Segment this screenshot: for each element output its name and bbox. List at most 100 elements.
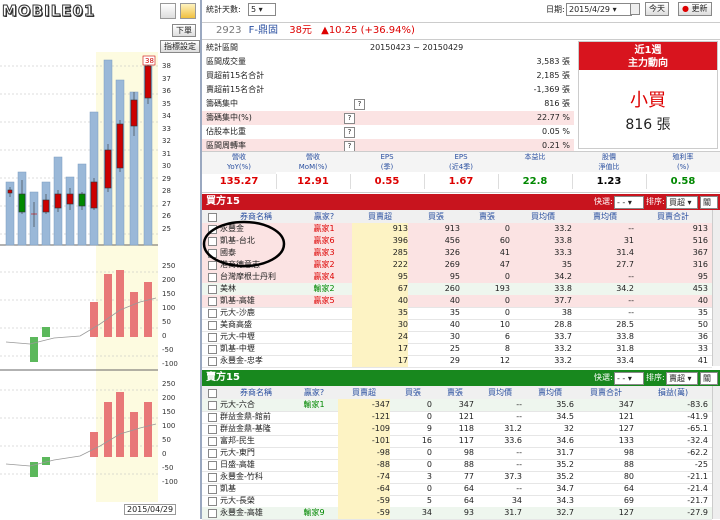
table-cell: -121 xyxy=(338,411,390,423)
table-cell: 37.3 xyxy=(504,472,522,481)
table-cell: 0 xyxy=(504,296,510,305)
sell-sort-select[interactable]: 賣超 ▾ xyxy=(666,372,698,385)
order-button[interactable]: 下單 xyxy=(172,24,196,37)
column-header: 贏家? xyxy=(303,388,325,397)
buy-sort-select[interactable]: 買超 ▾ xyxy=(666,196,698,209)
table-cell: 贏家2 xyxy=(313,260,335,269)
table-cell: 913 xyxy=(444,224,460,233)
stats-row: 統計區間 20150423 ~ 20150429 xyxy=(202,41,574,55)
metric-value: 0.55 xyxy=(350,174,425,189)
row-checkbox[interactable] xyxy=(208,285,217,294)
table-cell: 127 xyxy=(618,508,634,517)
help-icon[interactable]: ? xyxy=(344,113,355,124)
table-cell: 67 xyxy=(352,283,408,295)
chart-tool-icon[interactable] xyxy=(160,3,176,19)
metric-value: 22.8 xyxy=(498,174,573,189)
metric-header: EPS (近4季) xyxy=(424,152,499,172)
table-cell: -- xyxy=(516,448,522,457)
table-cell: 40 xyxy=(352,295,408,307)
table-cell xyxy=(294,471,334,483)
table-cell: 0 xyxy=(504,224,510,233)
row-checkbox[interactable] xyxy=(208,309,217,318)
column-header: 買均價 xyxy=(531,212,555,221)
row-checkbox[interactable] xyxy=(208,485,217,494)
buy-sort-label: 排序: xyxy=(646,197,665,206)
row-checkbox[interactable] xyxy=(208,333,217,342)
table-cell: 34 xyxy=(421,508,432,517)
table-cell: 16 xyxy=(421,436,432,445)
table-cell: 118 xyxy=(458,424,474,433)
table-cell: 台灣摩根士丹利 xyxy=(220,272,276,281)
table-cell: 美商高盛 xyxy=(220,320,252,329)
table-cell: 31.7 xyxy=(504,508,522,517)
row-checkbox[interactable] xyxy=(208,461,217,470)
table-header: 券商名稱 贏家? 買賣超 買張 賣張 買均價 賣均價 買賣合計 損益(萬) xyxy=(202,386,712,400)
table-cell xyxy=(302,355,346,367)
select-all-checkbox[interactable] xyxy=(208,389,217,398)
column-header: 券商名稱 xyxy=(240,388,272,397)
row-checkbox[interactable] xyxy=(208,497,217,506)
table-cell: 80 xyxy=(623,472,634,481)
row-checkbox[interactable] xyxy=(208,425,217,434)
row-checkbox[interactable] xyxy=(208,449,217,458)
help-icon[interactable]: ? xyxy=(344,127,355,138)
today-button[interactable]: 今天 xyxy=(645,2,669,16)
table-cell: -62.2 xyxy=(687,448,708,457)
volume-axis: 250 200 150 100 50 0 -50 -100 xyxy=(162,262,192,374)
calendar-icon[interactable] xyxy=(630,3,640,15)
folder-icon[interactable] xyxy=(180,3,196,19)
table-cell: 64 xyxy=(463,496,474,505)
table-cell: -- xyxy=(628,272,634,281)
days-select[interactable]: 5 ▾ xyxy=(248,3,276,16)
row-checkbox[interactable] xyxy=(208,413,217,422)
sell-close-button[interactable]: 關 xyxy=(700,372,718,385)
table-cell xyxy=(294,495,334,507)
row-checkbox[interactable] xyxy=(208,509,217,518)
tick-label: 150 xyxy=(162,290,176,298)
table-cell: 24 xyxy=(352,331,408,343)
table-cell: 77 xyxy=(463,472,474,481)
table-row[interactable]: 永豐金-忠孝 17 29 12 33.2 33.4 41 xyxy=(202,355,712,368)
date-input[interactable]: 2015/4/29 ▾ xyxy=(566,3,632,16)
chart-date-label: 2015/04/29 xyxy=(124,504,177,515)
row-checkbox[interactable] xyxy=(208,437,217,446)
column-header: 賣均價 xyxy=(538,388,562,397)
row-checkbox[interactable] xyxy=(208,401,217,410)
column-header: 買賣合計 xyxy=(590,388,622,397)
row-checkbox[interactable] xyxy=(208,345,217,354)
table-cell: 396 xyxy=(352,235,408,247)
buy-scrollbar[interactable] xyxy=(712,210,720,366)
row-checkbox[interactable] xyxy=(208,357,217,366)
table-cell: 25 xyxy=(449,344,460,353)
table-cell: 輸家9 xyxy=(303,508,325,517)
table-row[interactable]: 永豐金-高雄 輸家9 -59 34 93 31.7 32.7 127 -27.9 xyxy=(202,507,712,520)
table-cell: 40 xyxy=(697,296,708,305)
date-label: 日期: xyxy=(546,5,565,14)
row-checkbox[interactable] xyxy=(208,473,217,482)
tick-label: 50 xyxy=(162,436,171,444)
row-checkbox[interactable] xyxy=(208,321,217,330)
table-cell: -32.4 xyxy=(687,436,708,445)
table-cell: 69 xyxy=(623,496,634,505)
row-checkbox[interactable] xyxy=(208,297,217,306)
table-cell: -- xyxy=(628,224,634,233)
table-cell: -59 xyxy=(338,495,390,507)
sell-scrollbar[interactable] xyxy=(712,386,720,519)
refresh-button[interactable]: ● 更新 xyxy=(678,2,712,16)
table-cell: 元大-長榮 xyxy=(220,496,255,505)
column-header: 買均價 xyxy=(488,388,512,397)
table-cell: 269 xyxy=(444,260,460,269)
buy-close-button[interactable]: 關 xyxy=(700,196,718,209)
table-cell: 347 xyxy=(618,400,634,409)
tick-label: 25 xyxy=(162,224,171,233)
sell-quick-select[interactable]: - - ▾ xyxy=(614,372,644,385)
table-cell xyxy=(302,319,346,331)
table-cell: -74 xyxy=(338,471,390,483)
help-icon[interactable]: ? xyxy=(354,99,365,110)
buy-quick-select[interactable]: - - ▾ xyxy=(614,196,644,209)
table-cell: 35 xyxy=(697,308,708,317)
row-checkbox[interactable] xyxy=(208,273,217,282)
table-cell: 33.8 xyxy=(554,236,572,245)
buy-quick-label: 快選: xyxy=(594,197,613,206)
table-cell: 永豐金-高雄 xyxy=(220,508,263,517)
